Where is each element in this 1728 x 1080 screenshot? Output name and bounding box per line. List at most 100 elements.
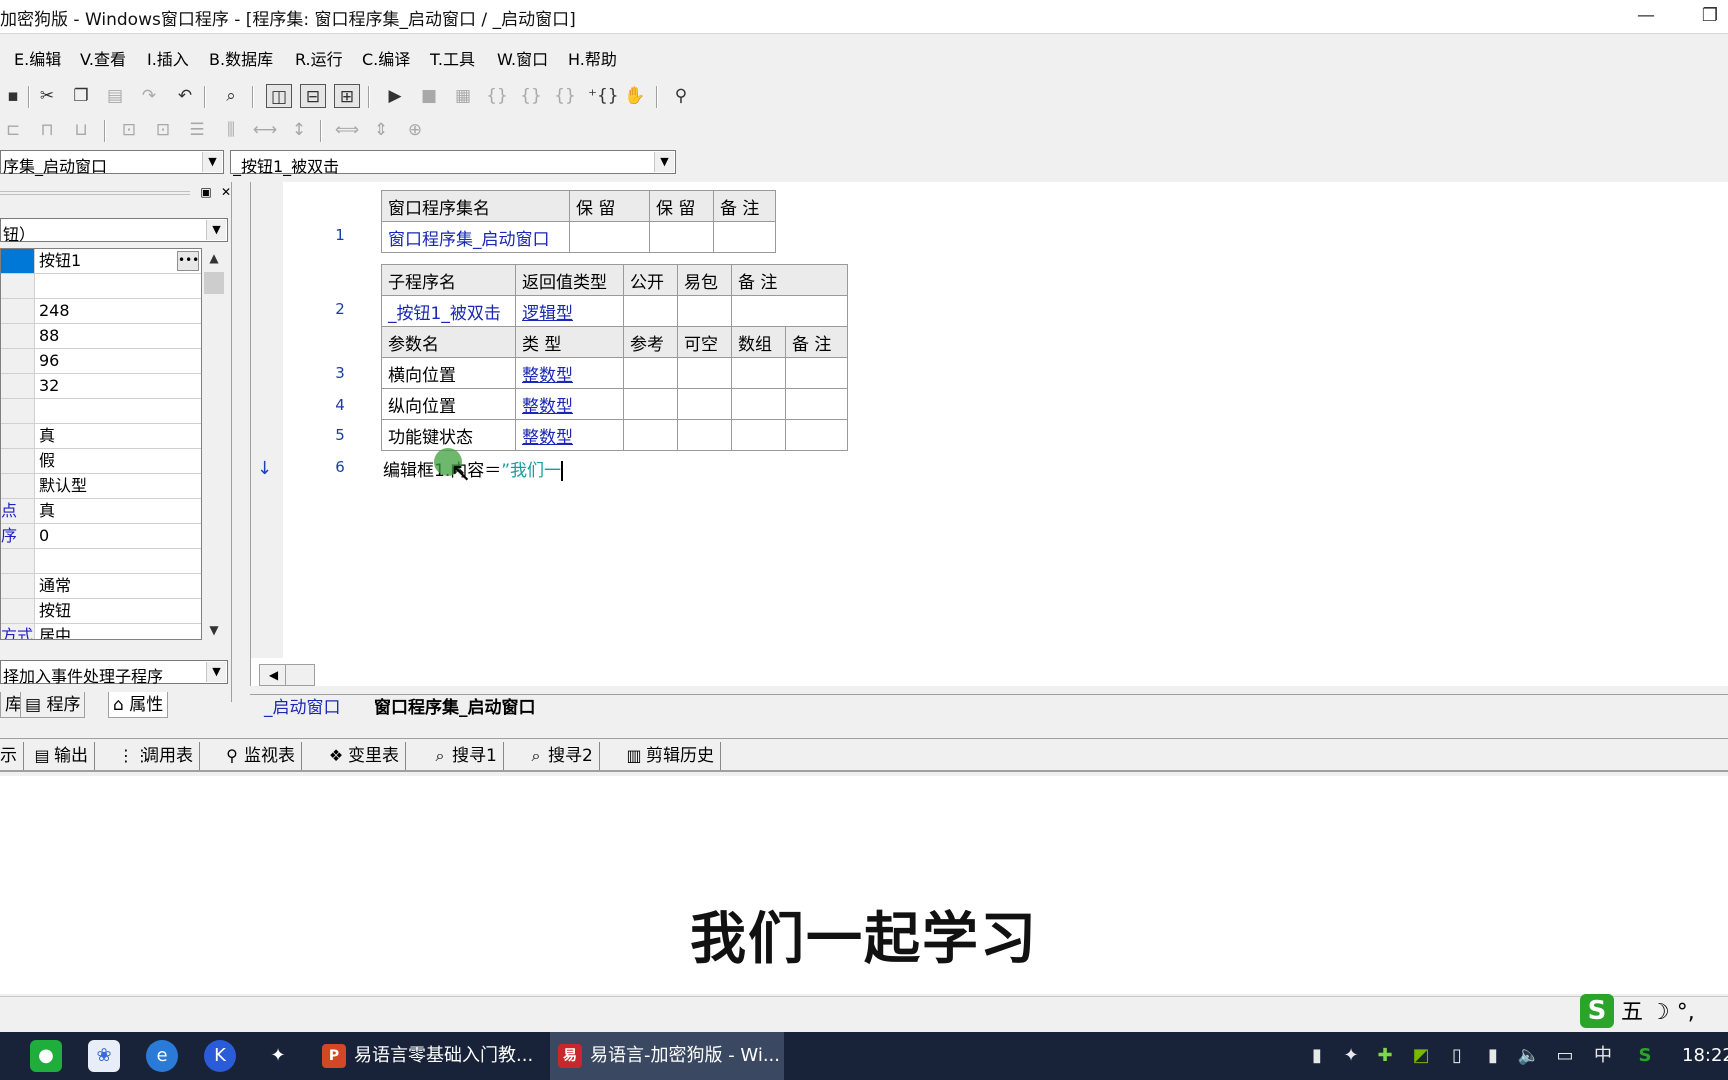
chevron-down-icon[interactable]: ▼ [206, 662, 226, 682]
scroll-down-icon[interactable]: ▼ [202, 620, 226, 640]
center-vertical-icon[interactable]: ⊡ [150, 118, 176, 142]
table-cell[interactable] [623, 295, 678, 327]
property-row[interactable]: 32 [1, 374, 201, 399]
menu-database[interactable]: B.数据库 [209, 46, 273, 70]
table-cell[interactable] [677, 388, 732, 420]
tab-hint[interactable]: 示 [0, 742, 24, 770]
property-value[interactable]: 默认型 [39, 474, 87, 498]
property-value[interactable]: 居中 [39, 624, 71, 639]
table-cell[interactable] [731, 419, 786, 451]
microphone-icon[interactable]: ▮ [1476, 1032, 1510, 1080]
property-value[interactable]: 按钮1 [39, 249, 81, 273]
param-type-cell[interactable]: 整数型 [515, 357, 624, 389]
property-value[interactable]: 248 [39, 299, 70, 323]
same-width-icon[interactable]: ⫼ [218, 118, 244, 142]
clock[interactable]: 18:22 [1682, 1032, 1728, 1080]
resize-width-icon[interactable]: ⟺ [334, 118, 360, 142]
resize-height-icon[interactable]: ⇕ [368, 118, 394, 142]
network-icon[interactable]: ▭ [1548, 1032, 1582, 1080]
ellipsis-button[interactable]: ••• [177, 251, 199, 271]
security-icon[interactable]: ✚ [1368, 1032, 1402, 1080]
undo-icon[interactable]: ↶ [172, 84, 198, 108]
table-cell[interactable] [677, 419, 732, 451]
ime-toolbar[interactable]: S 五 ☽ °, [1580, 994, 1695, 1030]
property-row[interactable]: 方式 居中 [1, 624, 201, 639]
table-cell[interactable] [623, 419, 678, 451]
tab-call-table[interactable]: ⋮⋮调用表 [118, 742, 200, 770]
find-icon[interactable]: ⌕ [218, 84, 244, 108]
layout-bottom-icon[interactable]: ⊟ [300, 84, 326, 108]
scroll-up-icon[interactable]: ▲ [202, 248, 226, 268]
code-editor[interactable]: ↓ 1 2 3 4 5 6 窗口程序集名 保 留 保 留 备 注 窗口程序集_启… [250, 182, 1728, 686]
restore-button[interactable]: ❐ [1690, 2, 1728, 30]
subroutine-combo[interactable]: _按钮1_被双击 ▼ [230, 150, 676, 176]
property-value[interactable]: 通常 [39, 574, 71, 598]
table-cell[interactable] [623, 388, 678, 420]
k-app-icon[interactable]: K [204, 1040, 236, 1072]
spacing-v-icon[interactable]: ↕ [286, 118, 312, 142]
table-cell[interactable] [731, 295, 848, 327]
table-cell[interactable] [569, 221, 650, 253]
save-icon[interactable]: ▪ [0, 84, 26, 108]
property-value[interactable]: 96 [39, 349, 59, 373]
component-combo[interactable]: 钮） ▼ [0, 218, 228, 244]
sogou-tray-icon[interactable]: S [1628, 1032, 1662, 1080]
volume-icon[interactable]: 🔈 [1512, 1032, 1546, 1080]
ime-mode[interactable]: 五 [1621, 1000, 1643, 1025]
video-tray-icon[interactable]: ✦ [1334, 1032, 1368, 1080]
step-over-icon[interactable]: {} [518, 84, 544, 108]
menu-compile[interactable]: C.编译 [362, 46, 410, 70]
menu-run[interactable]: R.运行 [295, 46, 343, 70]
maximize-panel-icon[interactable]: ▣ [198, 184, 214, 200]
copy-icon[interactable]: ❐ [68, 84, 94, 108]
module-combo[interactable]: 序集_启动窗口 ▼ [0, 150, 224, 176]
property-row[interactable] [1, 399, 201, 424]
property-row[interactable]: 248 [1, 299, 201, 324]
menu-insert[interactable]: I.插入 [147, 46, 189, 70]
menu-help[interactable]: H.帮助 [568, 46, 617, 70]
step-icon[interactable]: ▦ [450, 84, 476, 108]
wechat-icon[interactable]: ● [30, 1040, 62, 1072]
browser-icon[interactable]: e [146, 1040, 178, 1072]
table-cell[interactable] [623, 357, 678, 389]
tab-monitor[interactable]: ⚲ 监视表 [220, 742, 302, 770]
property-row[interactable]: 默认型 [1, 474, 201, 499]
return-type-cell[interactable]: 逻辑型 [515, 295, 624, 327]
property-row[interactable]: 真 [1, 424, 201, 449]
property-row[interactable]: 假 [1, 449, 201, 474]
align-bottom-icon[interactable]: ⊔ [68, 118, 94, 142]
redo-icon[interactable]: ↷ [136, 84, 162, 108]
battery-icon[interactable]: ▮ [1300, 1032, 1334, 1080]
close-icon[interactable]: ✕ [218, 184, 234, 200]
scroll-thumb[interactable] [204, 272, 224, 294]
property-value[interactable]: 32 [39, 374, 59, 398]
tab-output[interactable]: ▤ 输出 [30, 742, 95, 770]
property-row[interactable] [1, 274, 201, 299]
property-value[interactable]: 真 [39, 424, 55, 448]
center-horizontal-icon[interactable]: ⊡ [116, 118, 142, 142]
menu-view[interactable]: V.查看 [80, 46, 126, 70]
property-row[interactable]: 通常 [1, 574, 201, 599]
tab-properties[interactable]: ⌂ 属性 [108, 692, 169, 718]
table-cell[interactable] [731, 357, 786, 389]
table-cell[interactable] [713, 221, 776, 253]
run-icon[interactable]: ▶ [382, 84, 408, 108]
property-value[interactable]: 按钮 [39, 599, 71, 623]
sogou-ime-icon[interactable]: S [1580, 994, 1614, 1028]
event-combo[interactable]: 择加入事件处理子程序 ▼ [0, 660, 228, 686]
tab-search2[interactable]: ⌕ 搜寻2 [524, 742, 600, 770]
chevron-down-icon[interactable]: ▼ [202, 152, 222, 172]
cut-icon[interactable]: ✂ [34, 84, 60, 108]
table-cell[interactable] [677, 295, 732, 327]
app-icon[interactable]: ❀ [88, 1040, 120, 1072]
step-out-icon[interactable]: {} [552, 84, 578, 108]
run-to-cursor-icon[interactable]: ⁺{} [588, 84, 619, 108]
property-row[interactable] [1, 549, 201, 574]
menu-tools[interactable]: T.工具 [430, 46, 475, 70]
chevron-down-icon[interactable]: ▼ [206, 220, 226, 240]
taskbar-task-ppt[interactable]: P 易语言零基础入门教... [314, 1032, 533, 1080]
property-value[interactable]: 真 [39, 499, 55, 523]
hand-icon[interactable]: ✋ [622, 84, 648, 108]
assembly-name-cell[interactable]: 窗口程序集_启动窗口 [381, 221, 570, 253]
menu-edit[interactable]: E.编辑 [14, 46, 61, 70]
